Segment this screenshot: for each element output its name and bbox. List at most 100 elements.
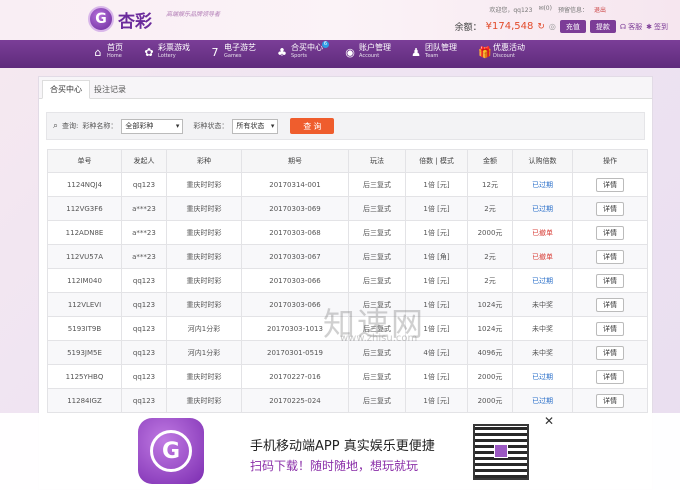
col-order-no: 单号 <box>47 149 122 173</box>
app-icon[interactable]: G <box>138 418 204 484</box>
cell-order-no: 112VLEVI <box>47 292 122 317</box>
site-logo[interactable]: G 杏彩 <box>88 6 152 32</box>
detail-button[interactable]: 详情 <box>596 321 624 336</box>
cell-issue: 20170225-024 <box>241 388 349 413</box>
cell-multiple-mode: 1倍 [元] <box>405 220 468 245</box>
cell-amount: 2000元 <box>467 364 513 389</box>
qr-logo <box>494 444 508 458</box>
gift-box-icon: 🎁 <box>478 45 492 59</box>
cell-order-no: 5193JM5E <box>47 340 122 365</box>
detail-button[interactable]: 详情 <box>596 393 624 408</box>
cell-play: 后三复式 <box>348 244 406 269</box>
detail-button[interactable]: 详情 <box>596 273 624 288</box>
chevron-down-icon: ▾ <box>270 122 275 130</box>
cell-status: 未中奖 <box>512 340 573 365</box>
cell-lottery: 河内1分彩 <box>166 340 242 365</box>
recharge-button[interactable]: 充值 <box>559 20 586 33</box>
banner-subtitle: 扫码下载！随时随地，想玩就玩 <box>250 459 419 473</box>
nav-account[interactable]: ◉ 账户管理 Account <box>344 43 391 61</box>
eye-icon[interactable]: ◎ <box>549 22 556 31</box>
cell-order-no: 1125YHBQ <box>47 364 122 389</box>
welcome-text: 欢迎您，qq123 <box>489 7 533 14</box>
cell-action: 详情 <box>572 172 648 197</box>
cell-lottery: 重庆时时彩 <box>166 172 242 197</box>
cell-issue: 20170303-066 <box>241 268 349 293</box>
cell-action: 详情 <box>572 268 648 293</box>
cell-status: 已撤单 <box>512 220 573 245</box>
cell-action: 详情 <box>572 196 648 221</box>
close-icon[interactable]: ✕ <box>544 414 554 428</box>
cell-initiator: qq123 <box>121 316 167 341</box>
nav-team[interactable]: ♟ 团队管理 Team <box>410 43 457 61</box>
messages-link[interactable]: ✉(0) <box>538 5 552 14</box>
filter-bar: ⌕ 查询: 彩种名称： 全部彩种 ▾ 彩种状态： 所有状态 ▾ 查 询 <box>46 112 645 140</box>
customer-service-link[interactable]: ☊ 客服 <box>620 22 642 32</box>
nav-games[interactable]: 7 电子游艺 Games <box>209 43 257 61</box>
status-select[interactable]: 所有状态 ▾ <box>232 118 279 134</box>
query-button[interactable]: 查 询 <box>290 118 335 134</box>
gift-icon: ✱ <box>646 22 652 31</box>
banner-title: 手机移动端APP 真实娱乐更便捷 <box>250 439 435 454</box>
main-nav: ⌂ 首页 Home ✿ 彩票游戏 Lottery 7 电子游艺 Games ♣ 合买中… <box>0 40 680 68</box>
cell-action: 详情 <box>572 292 648 317</box>
watermark-url: www.zhisu.com <box>340 333 418 344</box>
cell-multiple-mode: 1倍 [角] <box>405 244 468 269</box>
tab-group-buy-center[interactable]: 合买中心 <box>42 80 90 99</box>
cell-amount: 12元 <box>467 172 513 197</box>
lottery-select[interactable]: 全部彩种 ▾ <box>121 118 184 134</box>
cell-initiator: qq123 <box>121 268 167 293</box>
cell-lottery: 重庆时时彩 <box>166 244 242 269</box>
cell-order-no: 112ADN8E <box>47 220 122 245</box>
cell-amount: 2元 <box>467 268 513 293</box>
detail-button[interactable]: 详情 <box>596 249 624 264</box>
cell-amount: 4096元 <box>467 340 513 365</box>
table-row: 112VU57A a***23 重庆时时彩 20170303-067 后三复式 1倍 [角… <box>47 244 648 269</box>
nav-lottery[interactable]: ✿ 彩票游戏 Lottery <box>143 43 190 61</box>
cell-play: 后三复式 <box>348 364 406 389</box>
cell-action: 详情 <box>572 388 648 413</box>
cell-status: 未中奖 <box>512 316 573 341</box>
slot-seven-icon: 7 <box>211 45 219 59</box>
cell-status: 未中奖 <box>512 292 573 317</box>
top-header: G 杏彩 高端娱乐品牌领导者 欢迎您，qq123 ✉(0) 预留信息： 退出 余… <box>0 0 680 40</box>
cell-initiator: a***23 <box>121 220 167 245</box>
detail-button[interactable]: 详情 <box>596 369 624 384</box>
signin-link[interactable]: ✱ 签到 <box>646 22 668 32</box>
cell-status: 已过期 <box>512 388 573 413</box>
cell-play: 后三复式 <box>348 268 406 293</box>
cell-initiator: qq123 <box>121 340 167 365</box>
team-icon: ♟ <box>411 45 421 59</box>
cell-amount: 2元 <box>467 196 513 221</box>
detail-button[interactable]: 详情 <box>596 201 624 216</box>
cell-initiator: qq123 <box>121 172 167 197</box>
detail-button[interactable]: 详情 <box>596 297 624 312</box>
user-info-line: 欢迎您，qq123 ✉(0) 预留信息： 退出 <box>489 5 606 14</box>
account-icon: ◉ <box>345 45 355 59</box>
slogan: 高端娱乐品牌领导者 <box>166 11 221 18</box>
withdraw-button[interactable]: 提款 <box>589 20 616 33</box>
col-multiple-mode: 倍数 | 模式 <box>405 149 468 173</box>
cell-initiator: qq123 <box>121 292 167 317</box>
detail-button[interactable]: 详情 <box>596 345 624 360</box>
table-row: 1125YHBQ qq123 重庆时时彩 20170227-016 后三复式 1倍 [元]… <box>47 364 648 389</box>
cell-amount: 2000元 <box>467 220 513 245</box>
detail-button[interactable]: 详情 <box>596 225 624 240</box>
detail-button[interactable]: 详情 <box>596 177 624 192</box>
col-amount: 金额 <box>467 149 513 173</box>
app-download-banner: G 手机移动端APP 真实娱乐更便捷 扫码下载！随时随地，想玩就玩 ✕ <box>0 413 680 490</box>
home-icon: ⌂ <box>94 45 102 59</box>
cell-order-no: 11284IGZ <box>47 388 122 413</box>
logout-link[interactable]: 退出 <box>594 5 606 14</box>
tab-bet-records[interactable]: 投注记录 <box>87 80 133 99</box>
cell-lottery: 重庆时时彩 <box>166 364 242 389</box>
cell-multiple-mode: 1倍 [元] <box>405 172 468 197</box>
chevron-down-icon: ▾ <box>175 122 180 130</box>
nav-discount[interactable]: 🎁 优惠活动 Discount <box>478 43 525 61</box>
cell-multiple-mode: 1倍 [元] <box>405 364 468 389</box>
nav-home[interactable]: ⌂ 首页 Home <box>92 43 124 61</box>
table-row: 112ADN8E a***23 重庆时时彩 20170303-068 后三复式 1倍 [元… <box>47 220 648 245</box>
preset-info: 预留信息： <box>557 7 588 14</box>
nav-group-buy[interactable]: ♣ 合买中心 Sports 6 <box>276 41 329 61</box>
refresh-icon[interactable]: ↻ <box>537 22 545 32</box>
cell-status: 已过期 <box>512 196 573 221</box>
